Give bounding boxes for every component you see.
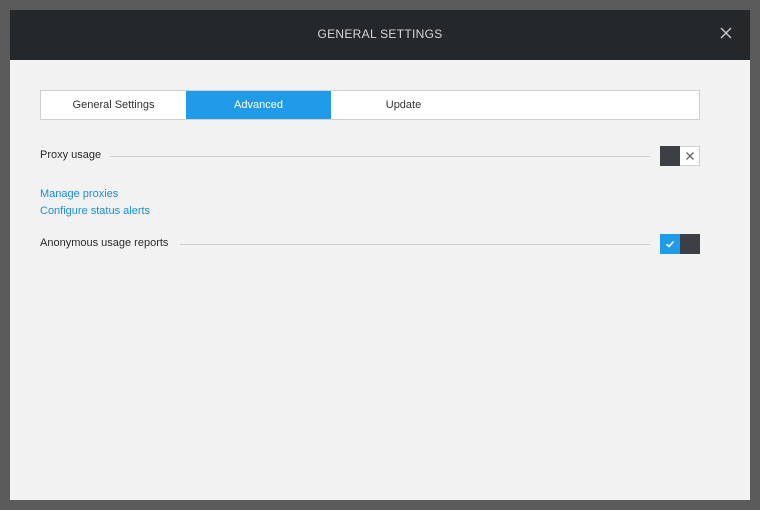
tab-bar: General Settings Advanced Update — [40, 90, 700, 120]
toggle-off-indicator — [680, 146, 700, 166]
anonymous-usage-reports-toggle[interactable] — [660, 234, 700, 254]
proxy-usage-label: Proxy usage — [40, 149, 102, 161]
divider — [180, 244, 650, 245]
anonymous-usage-reports-row: Anonymous usage reports — [40, 234, 700, 254]
proxy-usage-toggle[interactable] — [660, 146, 700, 166]
x-icon — [685, 152, 694, 160]
settings-window: GENERAL SETTINGS General Settings Advanc… — [10, 10, 750, 500]
anonymous-usage-reports-label: Anonymous usage reports — [40, 237, 169, 249]
divider — [110, 156, 650, 157]
close-button[interactable] — [719, 26, 733, 40]
toggle-knob — [660, 146, 680, 166]
toggle-on-indicator — [660, 234, 680, 254]
title-bar: GENERAL SETTINGS — [10, 10, 750, 60]
tab-advanced[interactable]: Advanced — [186, 91, 331, 119]
check-icon — [665, 240, 675, 248]
proxy-usage-row: Proxy usage — [40, 146, 700, 166]
configure-status-alerts-link[interactable]: Configure status alerts — [40, 205, 150, 217]
tab-update[interactable]: Update — [331, 91, 476, 119]
window-title: GENERAL SETTINGS — [317, 27, 443, 41]
toggle-knob — [680, 234, 700, 254]
tab-general-settings[interactable]: General Settings — [41, 91, 186, 119]
manage-proxies-link[interactable]: Manage proxies — [40, 188, 118, 200]
close-icon — [720, 27, 732, 39]
